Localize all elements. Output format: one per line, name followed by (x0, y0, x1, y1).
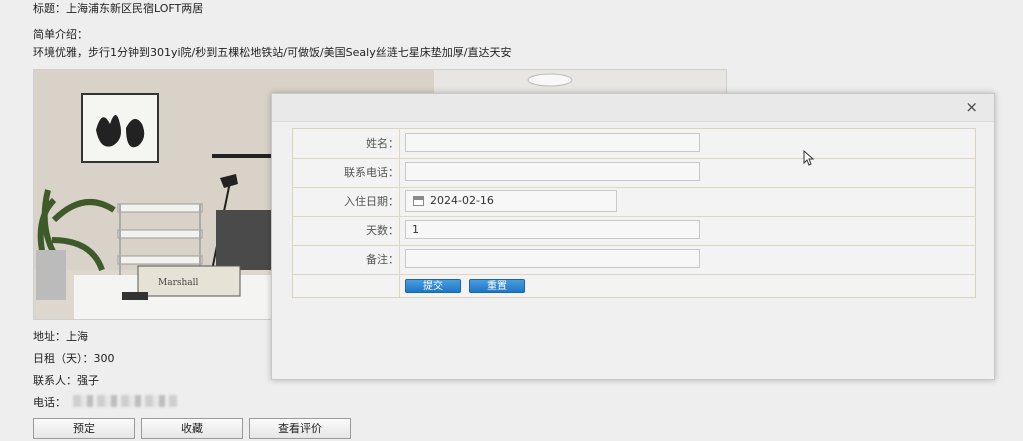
form-row-date: 入住日期： 2024-02-16 (293, 187, 975, 217)
form-row-phone: 联系电话： (293, 158, 975, 188)
calendar-icon[interactable] (413, 196, 424, 206)
booking-form: 姓名： 联系电话： 入住日期： 2024-02-16 天数： 1 备注： 提交 … (292, 128, 976, 298)
checkin-date-value: 2024-02-16 (430, 194, 494, 207)
remark-input[interactable] (405, 249, 700, 268)
phone-redacted (73, 395, 177, 407)
view-reviews-button[interactable]: 查看评价 (249, 418, 351, 439)
reset-button[interactable]: 重置 (469, 279, 525, 293)
submit-button[interactable]: 提交 (405, 279, 461, 293)
mouse-cursor-icon (803, 150, 815, 166)
checkin-date-label: 入住日期： (293, 187, 400, 216)
book-button[interactable]: 预定 (33, 418, 135, 439)
name-input[interactable] (405, 133, 700, 152)
address: 地址：上海 (33, 330, 88, 343)
contact-person: 联系人：强子 (33, 374, 99, 387)
intro-heading: 简单介绍： (33, 28, 88, 41)
form-row-actions: 提交 重置 (293, 274, 975, 297)
form-row-days: 天数： 1 (293, 216, 975, 246)
close-icon[interactable]: × (965, 98, 978, 116)
intro-text: 环境优雅，步行1分钟到301yi院/秒到五棵松地铁站/可做饭/美国Sealy丝涟… (33, 46, 512, 59)
form-row-name: 姓名： (293, 129, 975, 159)
dialog-header: × (272, 94, 994, 122)
days-input[interactable]: 1 (405, 220, 700, 239)
favorite-button[interactable]: 收藏 (141, 418, 243, 439)
name-label: 姓名： (293, 129, 400, 158)
speaker-logo: Marshall (158, 278, 199, 288)
daily-rent: 日租（天）：300 (33, 352, 115, 365)
checkin-date-input[interactable]: 2024-02-16 (405, 190, 617, 212)
remark-label: 备注： (293, 245, 400, 274)
days-label: 天数： (293, 216, 400, 245)
phone-input[interactable] (405, 162, 700, 181)
listing-title: 标题：上海浦东新区民宿LOFT两居 (33, 2, 204, 15)
booking-dialog: × 姓名： 联系电话： 入住日期： 2024-02-16 天数： 1 备注： 提… (271, 93, 995, 380)
actions-label-cell (293, 274, 400, 297)
phone-label: 电话： (33, 396, 66, 409)
form-row-remark: 备注： (293, 245, 975, 275)
phone-label: 联系电话： (293, 158, 400, 187)
